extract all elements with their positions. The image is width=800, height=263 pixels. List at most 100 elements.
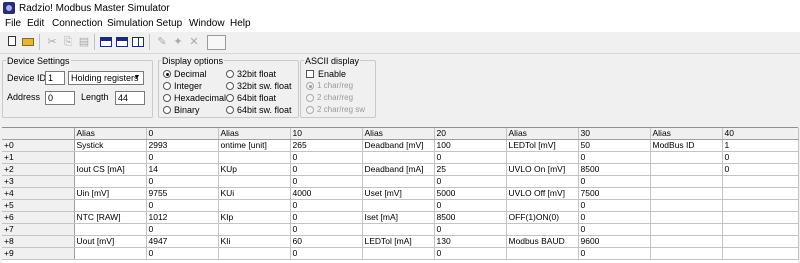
alias-cell[interactable] (362, 223, 435, 236)
radio-64bit-float[interactable] (226, 94, 234, 102)
register-value-cell[interactable] (722, 211, 799, 224)
register-value-cell[interactable]: 14 (146, 163, 219, 176)
alias-cell[interactable]: NTC [RAW] (74, 211, 147, 224)
alias-cell[interactable]: UVLO Off [mV] (506, 187, 579, 200)
alias-cell[interactable] (218, 151, 291, 164)
menu-simulation[interactable]: Simulation (107, 18, 154, 29)
connect-icon[interactable]: ✎ (155, 35, 169, 49)
radio-1-char-reg[interactable] (306, 82, 314, 90)
cascade-icon[interactable] (99, 35, 113, 49)
alias-cell[interactable] (218, 175, 291, 188)
open-icon[interactable] (21, 35, 35, 49)
device-id-input[interactable]: 1 (45, 71, 65, 85)
alias-cell[interactable] (650, 163, 723, 176)
radio-64bit-sw-float[interactable] (226, 106, 234, 114)
register-value-cell[interactable]: 8500 (434, 211, 507, 224)
menu-help[interactable]: Help (230, 18, 251, 29)
register-value-cell[interactable]: 0 (290, 223, 363, 236)
alias-cell[interactable]: Systick (74, 139, 147, 152)
register-value-cell[interactable] (722, 175, 799, 188)
menu-window[interactable]: Window (189, 18, 225, 29)
alias-cell[interactable] (506, 199, 579, 212)
register-value-cell[interactable]: 0 (578, 211, 651, 224)
alias-cell[interactable]: Uout [mV] (74, 235, 147, 248)
radio-32bit-sw-float[interactable] (226, 82, 234, 90)
alias-cell[interactable]: Deadband [mA] (362, 163, 435, 176)
register-value-cell[interactable]: 0 (722, 163, 799, 176)
cut-icon[interactable]: ✂ (45, 35, 59, 49)
register-value-cell[interactable]: 0 (146, 223, 219, 236)
radio-binary[interactable] (163, 106, 171, 114)
menu-setup[interactable]: Setup (156, 18, 182, 29)
register-value-cell[interactable]: 0 (434, 175, 507, 188)
register-value-cell[interactable]: 0 (578, 175, 651, 188)
alias-cell[interactable] (506, 247, 579, 260)
alias-cell[interactable] (650, 247, 723, 260)
register-value-cell[interactable]: 0 (578, 247, 651, 260)
alias-cell[interactable] (650, 223, 723, 236)
alias-cell[interactable]: KIi (218, 235, 291, 248)
register-value-cell[interactable]: 0 (434, 223, 507, 236)
alias-cell[interactable]: ModBus ID (650, 139, 723, 152)
register-value-cell[interactable]: 4000 (290, 187, 363, 200)
register-value-cell[interactable]: 0 (434, 199, 507, 212)
menu-edit[interactable]: Edit (27, 18, 44, 29)
alias-cell[interactable] (74, 175, 147, 188)
alias-cell[interactable] (362, 247, 435, 260)
register-value-cell[interactable]: 0 (722, 151, 799, 164)
alias-cell[interactable] (218, 199, 291, 212)
register-value-cell[interactable]: 8500 (578, 163, 651, 176)
alias-cell[interactable]: Uin [mV] (74, 187, 147, 200)
register-value-cell[interactable]: 0 (290, 199, 363, 212)
register-value-cell[interactable]: 60 (290, 235, 363, 248)
register-value-cell[interactable]: 9755 (146, 187, 219, 200)
alias-cell[interactable] (650, 211, 723, 224)
copy-icon[interactable]: ⎘ (61, 35, 75, 49)
register-value-cell[interactable]: 0 (578, 199, 651, 212)
register-value-cell[interactable]: 1012 (146, 211, 219, 224)
register-value-cell[interactable]: 9600 (578, 235, 651, 248)
alias-cell[interactable]: Deadband [mV] (362, 139, 435, 152)
register-value-cell[interactable]: 0 (146, 199, 219, 212)
radio-decimal[interactable] (163, 70, 171, 78)
alias-cell[interactable]: KIp (218, 211, 291, 224)
radio-2-char-reg[interactable] (306, 94, 314, 102)
register-value-cell[interactable]: 7500 (578, 187, 651, 200)
alias-cell[interactable] (74, 247, 147, 260)
alias-cell[interactable]: OFF(1)ON(0) (506, 211, 579, 224)
alias-cell[interactable] (362, 199, 435, 212)
alias-cell[interactable] (650, 175, 723, 188)
alias-cell[interactable] (218, 223, 291, 236)
alias-cell[interactable] (650, 151, 723, 164)
register-value-cell[interactable]: 265 (290, 139, 363, 152)
register-value-cell[interactable]: 0 (290, 211, 363, 224)
register-value-cell[interactable]: 2993 (146, 139, 219, 152)
alias-cell[interactable] (74, 199, 147, 212)
register-value-cell[interactable]: 100 (434, 139, 507, 152)
tile-horizontal-icon[interactable] (115, 35, 129, 49)
register-value-cell[interactable]: 130 (434, 235, 507, 248)
address-input[interactable]: 0 (45, 91, 75, 105)
register-value-cell[interactable] (722, 187, 799, 200)
register-value-cell[interactable]: 0 (434, 151, 507, 164)
menu-file[interactable]: File (5, 18, 21, 29)
alias-cell[interactable]: LEDTol [mA] (362, 235, 435, 248)
radio-32bit-float[interactable] (226, 70, 234, 78)
new-icon[interactable] (5, 35, 19, 49)
register-value-cell[interactable]: 0 (290, 163, 363, 176)
radio-integer[interactable] (163, 82, 171, 90)
alias-cell[interactable]: KUp (218, 163, 291, 176)
alias-cell[interactable]: KUi (218, 187, 291, 200)
alias-cell[interactable] (506, 151, 579, 164)
register-value-cell[interactable]: 4947 (146, 235, 219, 248)
alias-cell[interactable] (218, 247, 291, 260)
alias-cell[interactable]: UVLO On [mV] (506, 163, 579, 176)
alias-cell[interactable] (74, 151, 147, 164)
alias-cell[interactable] (650, 199, 723, 212)
tile-vertical-icon[interactable] (131, 35, 145, 49)
register-value-cell[interactable]: 1 (722, 139, 799, 152)
enable-checkbox[interactable] (306, 70, 314, 78)
alias-cell[interactable] (74, 223, 147, 236)
register-value-cell[interactable]: 0 (434, 247, 507, 260)
menu-connection[interactable]: Connection (52, 18, 103, 29)
